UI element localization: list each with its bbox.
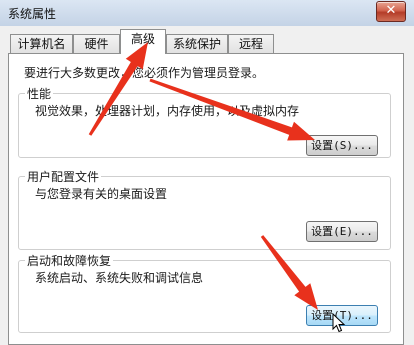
close-icon: ✕ — [385, 3, 397, 18]
performance-title: 性能 — [25, 85, 54, 102]
tab-system-protection[interactable]: 系统保护 — [166, 34, 228, 53]
window-title: 系统属性 — [8, 7, 57, 21]
tab-hardware[interactable]: 硬件 — [73, 34, 120, 53]
title-bar: 系统属性 ✕ — [0, 0, 414, 27]
startup-recovery-title: 启动和故障恢复 — [25, 252, 114, 269]
user-profiles-title: 用户配置文件 — [25, 168, 102, 185]
tab-remote[interactable]: 远程 — [228, 34, 274, 53]
tab-computer-name[interactable]: 计算机名 — [10, 34, 73, 53]
user-profiles-description: 与您登录有关的桌面设置 — [35, 187, 168, 201]
admin-info-text: 要进行大多数更改，您必须作为管理员登录。 — [24, 66, 265, 80]
startup-recovery-description: 系统启动、系统失败和调试信息 — [35, 271, 204, 285]
mouse-pointer-icon — [332, 313, 346, 333]
performance-settings-button[interactable]: 设置(S)... — [306, 135, 378, 156]
user-profiles-settings-button[interactable]: 设置(E)... — [306, 221, 378, 242]
close-button[interactable]: ✕ — [376, 1, 406, 22]
tab-advanced[interactable]: 高级 — [120, 29, 166, 54]
system-properties-dialog: 计算机名 硬件 高级 系统保护 远程 要进行大多数更改，您必须作为管理员登录。 … — [0, 26, 414, 345]
user-profiles-group: 用户配置文件 与您登录有关的桌面设置 设置(E)... — [18, 168, 391, 250]
performance-description: 视觉效果，处理器计划，内存使用，以及虚拟内存 — [35, 104, 300, 118]
performance-group: 性能 视觉效果，处理器计划，内存使用，以及虚拟内存 设置(S)... — [18, 85, 391, 158]
